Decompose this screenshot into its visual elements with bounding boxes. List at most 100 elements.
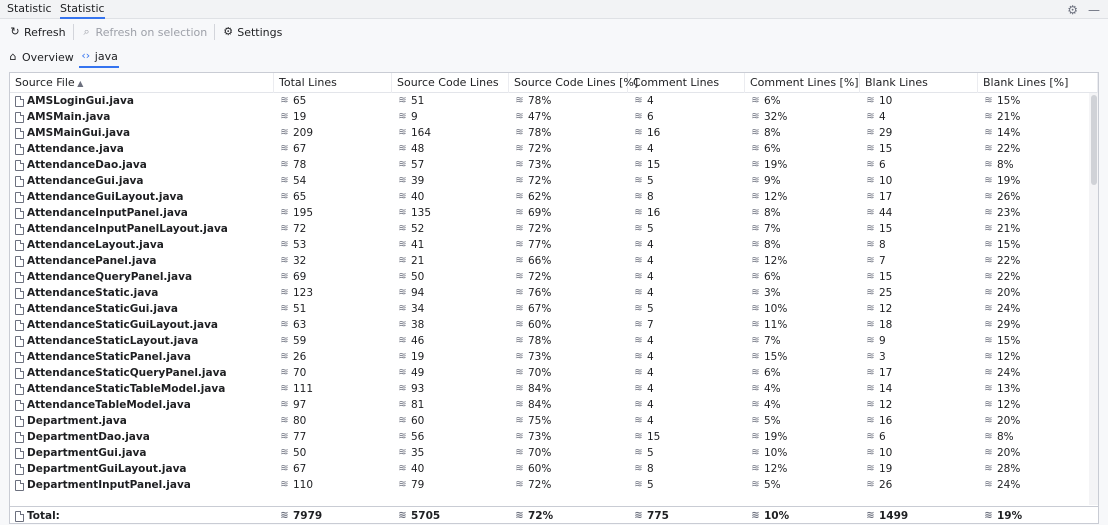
- table-row[interactable]: AttendanceGui.java ≋ 54 ≋ 39 ≋ 72% ≋ 5 ≋ 9% ≋ 10 ≋ 19%: [10, 173, 1098, 189]
- table-row[interactable]: AMSMain.java ≋ 19 ≋ 9 ≋ 47% ≋ 6 ≋ 32% ≋ 4 ≋ 21%: [10, 109, 1098, 125]
- table-row[interactable]: AttendanceGuiLayout.java ≋ 65 ≋ 40 ≋ 62% ≋ 8 ≋ 12%…: [10, 189, 1098, 205]
- cell-source-code-lines: ≋ 135: [392, 205, 509, 221]
- database-icon: ≋: [515, 319, 524, 330]
- cell-value: 5: [647, 447, 654, 459]
- table-row[interactable]: DepartmentInputPanel.java ≋ 110 ≋ 79 ≋ 72% ≋ 5 ≋ 5…: [10, 477, 1098, 493]
- breadcrumb-java[interactable]: ‹› java: [78, 46, 119, 68]
- refresh-on-selection-button[interactable]: ⌕ Refresh on selection: [79, 22, 210, 42]
- cell-source-file: AMSLoginGui.java: [10, 93, 274, 109]
- database-icon: ≋: [866, 207, 875, 218]
- gear-icon[interactable]: ⚙: [1067, 3, 1078, 17]
- cell-value: 15: [647, 431, 661, 443]
- cell-comment-lines: ≋ 5: [628, 477, 745, 493]
- column-header-blank-lines-pct[interactable]: Blank Lines [%]: [978, 73, 1098, 93]
- database-icon: ≋: [984, 303, 993, 314]
- database-icon: ≋: [984, 319, 993, 330]
- table-row[interactable]: AttendanceTableModel.java ≋ 97 ≋ 81 ≋ 84% ≋ 4 ≋ 4%…: [10, 397, 1098, 413]
- cell-value: 73%: [528, 351, 552, 363]
- cell-value: 72%: [528, 271, 552, 283]
- table-row[interactable]: AttendanceQueryPanel.java ≋ 69 ≋ 50 ≋ 72% ≋ 4 ≋ 6%…: [10, 269, 1098, 285]
- cell-value: 16: [647, 207, 661, 219]
- column-header-source-code-lines-pct[interactable]: Source Code Lines [%]: [509, 73, 638, 93]
- table-row[interactable]: Attendance.java ≋ 67 ≋ 48 ≋ 72% ≋ 4 ≋ 6% ≋ 15 ≋ 22%: [10, 141, 1098, 157]
- cell-value: 17: [879, 191, 893, 203]
- cell-source-file: DepartmentGui.java: [10, 445, 274, 461]
- database-icon: ≋: [751, 383, 760, 394]
- cell-value: AttendanceStaticGui.java: [27, 303, 178, 315]
- breadcrumb-java-label: java: [94, 49, 118, 63]
- cell-value: DepartmentInputPanel.java: [27, 479, 191, 491]
- sort-up-icon: ▲: [74, 79, 84, 88]
- cell-comment-lines-pct: ≋ 7%: [745, 221, 860, 237]
- cell-source-file: AttendanceGuiLayout.java: [10, 189, 274, 205]
- tab-statistic-2[interactable]: Statistic: [60, 0, 105, 19]
- database-icon: ≋: [280, 175, 289, 186]
- table-row[interactable]: AttendanceStaticPanel.java ≋ 26 ≋ 19 ≋ 73% ≋ 4 ≋ 1…: [10, 349, 1098, 365]
- table-row[interactable]: AttendanceInputPanelLayout.java ≋ 72 ≋ 52 ≋ 72…: [10, 221, 1098, 237]
- cell-value: 4: [879, 111, 886, 123]
- cell-total-lines: ≋ 65: [274, 189, 392, 205]
- cell-source-code-lines: ≋ 93: [392, 381, 509, 397]
- vertical-scrollbar[interactable]: [1089, 93, 1098, 505]
- toolbar: ↻ Refresh ⌕ Refresh on selection ⚙ Setti…: [0, 21, 1108, 43]
- column-header-total-lines[interactable]: Total Lines: [274, 73, 392, 93]
- table-row[interactable]: DepartmentGuiLayout.java ≋ 67 ≋ 40 ≋ 60% ≋ 8 ≋ 12%…: [10, 461, 1098, 477]
- database-icon: ≋: [866, 143, 875, 154]
- table-row[interactable]: DepartmentDao.java ≋ 77 ≋ 56 ≋ 73% ≋ 15 ≋ 19% ≋ 6 ≋ 8%: [10, 429, 1098, 445]
- table-row[interactable]: AMSMainGui.java ≋ 209 ≋ 164 ≋ 78% ≋ 16 ≋ 8% ≋ 29 ≋ 14%: [10, 125, 1098, 141]
- cell-value: AttendanceTableModel.java: [27, 399, 191, 411]
- cell-value: 25: [879, 287, 893, 299]
- cell-value: 70%: [528, 367, 552, 379]
- cell-value: 7%: [764, 335, 781, 347]
- table-row[interactable]: AttendanceInputPanel.java ≋ 195 ≋ 135 ≋ 69% ≋ 16…: [10, 205, 1098, 221]
- table-row[interactable]: AttendanceStaticLayout.java ≋ 59 ≋ 46 ≋ 78% ≋ 4 ≋…: [10, 333, 1098, 349]
- cell-source-code-lines-pct: ≋ 76%: [509, 285, 628, 301]
- refresh-button[interactable]: ↻ Refresh: [7, 22, 68, 42]
- table-row[interactable]: AttendanceStaticGuiLayout.java ≋ 63 ≋ 38 ≋ 60%…: [10, 317, 1098, 333]
- scrollbar-thumb[interactable]: [1091, 95, 1097, 185]
- cell-value: DepartmentDao.java: [27, 431, 150, 443]
- database-icon: ≋: [984, 479, 993, 490]
- settings-button[interactable]: ⚙ Settings: [220, 22, 284, 42]
- column-header-blank-lines[interactable]: Blank Lines: [860, 73, 978, 93]
- table-row[interactable]: DepartmentGui.java ≋ 50 ≋ 35 ≋ 70% ≋ 5 ≋ 10% ≋ 10 ≋ 20…: [10, 445, 1098, 461]
- cell-value: 73%: [528, 159, 552, 171]
- table-row[interactable]: Department.java ≋ 80 ≋ 60 ≋ 75% ≋ 4 ≋ 5% ≋ 16 ≋ 20%: [10, 413, 1098, 429]
- column-header-source-file[interactable]: Source File ▲: [10, 73, 274, 93]
- database-icon: ≋: [515, 143, 524, 154]
- cell-total-lines: ≋ 111: [274, 381, 392, 397]
- cell-value: 1499: [879, 510, 909, 522]
- cell-value: 19%: [997, 175, 1021, 187]
- database-icon: ≋: [984, 271, 993, 282]
- minimize-icon[interactable]: —: [1088, 3, 1100, 17]
- file-icon: [15, 159, 24, 171]
- table-row[interactable]: AttendanceDao.java ≋ 78 ≋ 57 ≋ 73% ≋ 15 ≋ 19% ≋ 6 ≋ 8%: [10, 157, 1098, 173]
- table-row[interactable]: AttendanceStaticQueryPanel.java ≋ 70 ≋ 49 ≋ 70…: [10, 365, 1098, 381]
- column-header-comment-lines-pct[interactable]: Comment Lines [%]: [745, 73, 860, 93]
- cell-blank-lines-pct: ≋ 15%: [978, 237, 1098, 253]
- cell-comment-lines-pct: ≋ 15%: [745, 349, 860, 365]
- cell-source-file: AttendanceLayout.java: [10, 237, 274, 253]
- refresh-label: Refresh: [24, 25, 66, 39]
- breadcrumb-overview[interactable]: ⌂ Overview: [6, 46, 75, 68]
- table-row[interactable]: AttendanceStaticGui.java ≋ 51 ≋ 34 ≋ 67% ≋ 5 ≋ 10%…: [10, 301, 1098, 317]
- column-header-source-code-lines[interactable]: Source Code Lines: [392, 73, 509, 93]
- table-row[interactable]: AttendanceStaticTableModel.java ≋ 111 ≋ 93 ≋ 8…: [10, 381, 1098, 397]
- database-icon: ≋: [634, 143, 643, 154]
- cell-source-code-lines: ≋ 21: [392, 253, 509, 269]
- cell-value: 65: [293, 95, 307, 107]
- table-row[interactable]: AttendanceStatic.java ≋ 123 ≋ 94 ≋ 76% ≋ 4 ≋ 3% ≋ 25…: [10, 285, 1098, 301]
- database-icon: ≋: [751, 303, 760, 314]
- database-icon: ≋: [280, 351, 289, 362]
- database-icon: ≋: [515, 127, 524, 138]
- cell-value: 72%: [528, 510, 554, 522]
- cell-value: 15%: [997, 335, 1021, 347]
- cell-value: 77%: [528, 239, 552, 251]
- cell-source-code-lines: ≋ 41: [392, 237, 509, 253]
- table-row[interactable]: AttendancePanel.java ≋ 32 ≋ 21 ≋ 66% ≋ 4 ≋ 12% ≋ 7 ≋ 2…: [10, 253, 1098, 269]
- cell-value: 54: [293, 175, 307, 187]
- column-header-comment-lines[interactable]: Comment Lines: [628, 73, 745, 93]
- tab-statistic-1[interactable]: Statistic: [7, 0, 52, 19]
- table-row[interactable]: AMSLoginGui.java ≋ 65 ≋ 51 ≋ 78% ≋ 4 ≋ 6% ≋ 10 ≋ 15%: [10, 93, 1098, 109]
- table-row[interactable]: AttendanceLayout.java ≋ 53 ≋ 41 ≋ 77% ≋ 4 ≋ 8% ≋ 8 ≋ 1…: [10, 237, 1098, 253]
